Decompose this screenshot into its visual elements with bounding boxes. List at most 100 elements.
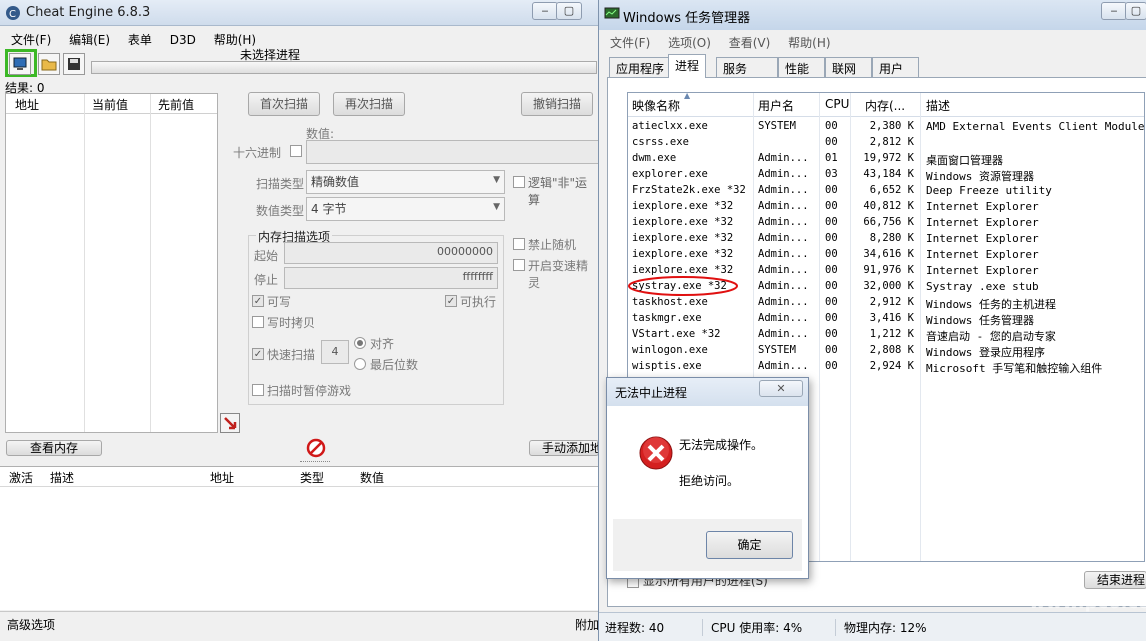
writable-checkbox[interactable]	[252, 295, 264, 307]
first-scan-button[interactable]: 首次扫描	[248, 92, 320, 116]
tab-users[interactable]: 用户	[872, 57, 919, 77]
tm-maximize-button[interactable]: ▢	[1125, 2, 1146, 20]
process-row[interactable]: winlogon.exe SYSTEM 00 2,808 K Windows 登录应用程…	[628, 342, 1144, 359]
process-memory: 66,756 K	[863, 216, 914, 228]
save-button[interactable]	[63, 53, 85, 75]
process-row[interactable]: FrzState2k.exe *32 Admin... 00 6,652 K Deep …	[628, 182, 1144, 198]
menu-file[interactable]: 文件(F)	[4, 29, 58, 50]
process-row[interactable]: systray.exe *32 Admin... 00 32,000 K Systray…	[628, 278, 1144, 294]
address-list[interactable]: 激活 描述 地址 类型 数值	[0, 466, 599, 610]
results-header: 地址 当前值 先前值	[6, 94, 217, 114]
tm-minimize-button[interactable]: ‒	[1101, 2, 1127, 20]
process-user: SYSTEM	[758, 120, 796, 132]
fast-scan-input[interactable]: 4	[321, 340, 349, 364]
maximize-button[interactable]: ▢	[556, 2, 582, 20]
pause-game-checkbox[interactable]	[252, 384, 264, 396]
minimize-button[interactable]: ‒	[532, 2, 558, 20]
logical-not-checkbox[interactable]	[513, 176, 525, 188]
process-name: explorer.exe	[632, 168, 708, 180]
tab-services[interactable]: 服务	[716, 57, 778, 77]
process-row[interactable]: iexplore.exe *32 Admin... 00 8,280 K Interne…	[628, 230, 1144, 246]
col-cpu[interactable]: CPU	[825, 97, 849, 111]
stop-address-input[interactable]: ffffffff	[284, 267, 498, 289]
col-description[interactable]: 描述	[50, 469, 74, 486]
results-list[interactable]: 地址 当前值 先前值	[5, 93, 218, 433]
stop-icon[interactable]	[306, 438, 326, 458]
error-icon	[639, 436, 673, 470]
process-row[interactable]: VStart.exe *32 Admin... 00 1,212 K 音速启动 - 您的…	[628, 326, 1144, 343]
tm-menu-help[interactable]: 帮助(H)	[781, 32, 837, 53]
process-cpu: 00	[825, 328, 838, 340]
open-file-button[interactable]	[38, 53, 60, 75]
menu-edit[interactable]: 编辑(E)	[62, 29, 117, 50]
process-memory: 43,184 K	[863, 168, 914, 180]
process-row[interactable]: taskhost.exe Admin... 00 2,912 K Windows 任务的…	[628, 294, 1144, 311]
splitter-grip[interactable]	[300, 461, 330, 465]
process-row[interactable]: explorer.exe Admin... 03 43,184 K Windows 资源…	[628, 166, 1144, 183]
col-addr[interactable]: 地址	[210, 469, 234, 486]
process-row[interactable]: dwm.exe Admin... 01 19,972 K 桌面窗口管理器	[628, 150, 1144, 167]
fast-scan-checkbox[interactable]	[252, 348, 264, 360]
process-cpu: 01	[825, 152, 838, 164]
start-address-input[interactable]: 00000000	[284, 242, 498, 264]
col-address[interactable]: 地址	[15, 96, 39, 113]
dialog-button-area: 确定	[613, 519, 802, 571]
advanced-options[interactable]: 高级选项	[7, 616, 55, 633]
process-memory: 2,380 K	[869, 120, 914, 132]
process-row[interactable]: iexplore.exe *32 Admin... 00 34,616 K Intern…	[628, 246, 1144, 262]
align-radio[interactable]	[354, 337, 366, 349]
tab-performance[interactable]: 性能	[778, 57, 825, 77]
tab-applications[interactable]: 应用程序	[609, 57, 672, 77]
process-row[interactable]: iexplore.exe *32 Admin... 00 66,756 K Intern…	[628, 214, 1144, 230]
menu-table[interactable]: 表单	[121, 29, 159, 50]
col-username[interactable]: 用户名	[758, 97, 794, 114]
process-row[interactable]: csrss.exe 00 2,812 K	[628, 134, 1144, 150]
executable-checkbox[interactable]	[445, 295, 457, 307]
disable-random-checkbox[interactable]	[513, 238, 525, 250]
pause-game-label: 扫描时暂停游戏	[267, 384, 352, 398]
col-current-value[interactable]: 当前值	[92, 96, 128, 113]
open-process-button[interactable]	[9, 53, 31, 75]
floppy-disk-icon	[68, 58, 80, 70]
hex-checkbox[interactable]	[290, 145, 302, 157]
next-scan-button[interactable]: 再次扫描	[333, 92, 405, 116]
menu-d3d[interactable]: D3D	[163, 31, 203, 49]
process-description: Internet Explorer	[926, 248, 1039, 261]
process-cpu: 00	[825, 248, 838, 260]
process-user: SYSTEM	[758, 344, 796, 356]
col-description[interactable]: 描述	[926, 97, 950, 114]
value-input[interactable]	[306, 140, 600, 164]
add-to-list-button[interactable]	[220, 413, 240, 433]
tm-menu-options[interactable]: 选项(O)	[661, 32, 718, 53]
col-image-name[interactable]: 映像名称	[632, 97, 680, 114]
tab-processes[interactable]: 进程	[668, 54, 707, 78]
view-memory-button[interactable]: 查看内存	[6, 440, 102, 456]
last-digits-radio[interactable]	[354, 358, 366, 370]
add-address-manually-button[interactable]: 手动添加地	[529, 440, 599, 456]
process-row[interactable]: iexplore.exe *32 Admin... 00 40,812 K Intern…	[628, 198, 1144, 214]
tab-networking[interactable]: 联网	[825, 57, 872, 77]
speedhack-checkbox[interactable]	[513, 259, 525, 271]
process-row[interactable]: iexplore.exe *32 Admin... 00 91,976 K Intern…	[628, 262, 1144, 278]
process-name: iexplore.exe *32	[632, 248, 734, 260]
tm-menu-view[interactable]: 查看(V)	[722, 32, 778, 53]
dialog-close-button[interactable]: ✕	[759, 380, 803, 397]
undo-scan-button[interactable]: 撤销扫描	[521, 92, 593, 116]
process-row[interactable]: atieclxx.exe SYSTEM 00 2,380 K AMD External …	[628, 118, 1144, 134]
col-memory[interactable]: 内存(...	[865, 97, 905, 114]
copy-on-write-checkbox[interactable]	[252, 316, 264, 328]
value-type-select[interactable]: 4 字节 ▼	[306, 197, 505, 221]
process-row[interactable]: wisptis.exe Admin... 00 2,924 K Microsoft 手写…	[628, 358, 1144, 375]
process-row[interactable]: taskmgr.exe Admin... 00 3,416 K Windows 任务管理…	[628, 310, 1144, 327]
process-user: Admin...	[758, 216, 809, 228]
end-process-button[interactable]: 结束进程	[1084, 571, 1146, 589]
tm-menu-file[interactable]: 文件(F)	[603, 32, 657, 53]
scan-type-select[interactable]: 精确数值 ▼	[306, 170, 505, 194]
process-memory: 2,808 K	[869, 344, 914, 356]
col-previous-value[interactable]: 先前值	[158, 96, 194, 113]
col-type[interactable]: 类型	[300, 469, 324, 486]
col-value[interactable]: 数值	[360, 469, 384, 486]
col-active[interactable]: 激活	[9, 469, 33, 486]
process-list-header: 映像名称 ▲ 用户名 CPU 内存(... 描述	[628, 93, 1144, 117]
ok-button[interactable]: 确定	[706, 531, 793, 559]
